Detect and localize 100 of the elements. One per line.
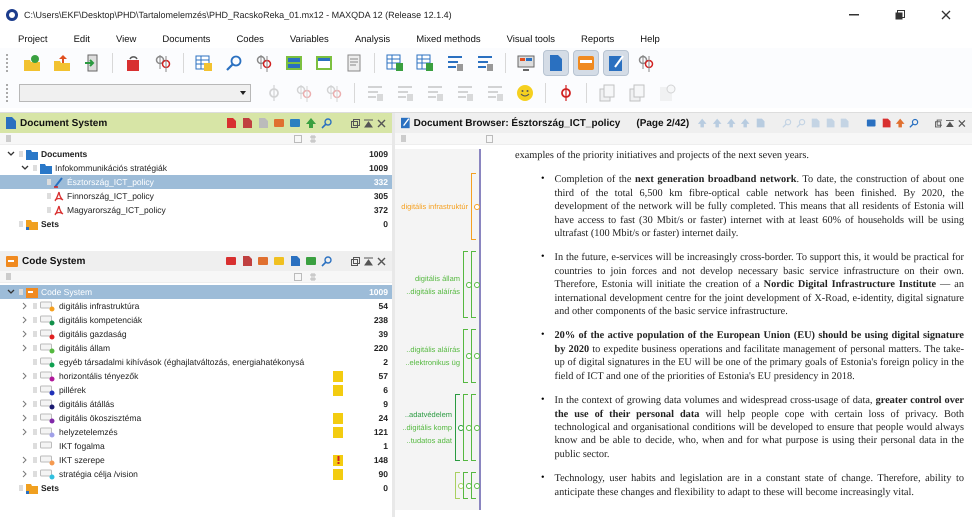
menu-item[interactable]: Mixed methods [410, 34, 493, 44]
search-icon[interactable] [909, 117, 920, 129]
menu-item[interactable]: Documents [156, 34, 222, 44]
exclamation-memo-icon[interactable] [333, 454, 343, 466]
pen-document-icon [607, 54, 625, 72]
paragraph: Completion of the next generation broadband network. To date, the construction of about one third of the total 6,500 km fibre-optical cable network has been finished. By 2020, the development of the network will be fully completed. This means that all residents of Estonia will have access to fast (30 Mbit/s or faster) internet with at least 60% of households will be using ultrafast (100 Mbit/s or faster) internet daily. [554, 173, 964, 240]
menu-item[interactable]: Analysis [348, 34, 402, 44]
count-label: 305 [372, 191, 388, 201]
toolbar-button[interactable] [573, 50, 599, 76]
collapse-icon[interactable] [364, 118, 373, 128]
menu-item[interactable]: Edit [68, 34, 102, 44]
close-icon[interactable] [377, 118, 386, 128]
folder-icon [26, 148, 38, 160]
grip-icon [33, 317, 37, 323]
tree-row[interactable]: pillérek 6 [0, 383, 392, 397]
tree-row[interactable]: digitális infrastruktúra 54 [0, 299, 392, 313]
tree-label: IKT fogalma [59, 441, 106, 451]
tree-row[interactable]: horizontális tényezők 57 [0, 369, 392, 383]
tree-row[interactable]: digitális ökoszisztéma 24 [0, 411, 392, 425]
table-icon [195, 54, 213, 72]
app-logo-icon [6, 9, 18, 21]
code-bracket[interactable] [463, 472, 468, 499]
panel-title: Code System [22, 256, 86, 266]
tree-label: stratégia célja /vision [59, 469, 139, 479]
menu-item[interactable]: Visual tools [500, 34, 568, 44]
collapse-icon[interactable] [946, 118, 954, 128]
tree-row[interactable]: stratégia célja /vision 90 [0, 467, 392, 481]
tree-label: Sets [41, 483, 60, 493]
pins-icon [295, 84, 313, 102]
documents-icon[interactable] [241, 117, 253, 129]
smiley-icon [516, 84, 534, 102]
chevron-right-icon[interactable] [22, 372, 28, 380]
bullet: • [541, 329, 545, 342]
menu-item[interactable]: Reports [575, 34, 626, 44]
minimize-icon[interactable] [849, 14, 859, 16]
tree-row[interactable]: Sets 0 [0, 217, 392, 231]
monitor-icon [517, 54, 535, 72]
tree-label: digitális állam [59, 343, 112, 353]
restore-icon[interactable] [895, 10, 905, 20]
new-document-icon[interactable] [225, 117, 237, 129]
code-tag-icon [40, 384, 56, 396]
chevron-down-icon[interactable] [7, 289, 15, 295]
tree-row[interactable]: digitális állam 220 [0, 341, 392, 355]
bullet: • [541, 472, 545, 486]
count-label: 148 [372, 455, 388, 465]
tree-row[interactable]: digitális átállás 9 [0, 397, 392, 411]
close-icon[interactable] [377, 256, 386, 266]
pen-document-icon [401, 117, 410, 129]
tree-row[interactable]: digitális kompetenciák 238 [0, 313, 392, 327]
tree-row[interactable]: Magyarország_ICT_policy 372 [0, 203, 392, 217]
float-icon[interactable] [934, 118, 942, 128]
paragraph: Technology, user habits and legislation are in a constant state of change. Therefore, ability to anticipate these changes and flexibility to adapt to these will become increasingly vital. [554, 472, 964, 499]
tree-row[interactable]: digitális gazdaság 39 [0, 327, 392, 341]
menu-item[interactable]: Project [12, 34, 60, 44]
code-bracket[interactable] [463, 394, 468, 462]
table-icon[interactable] [289, 255, 301, 267]
code-document-icon[interactable] [241, 255, 253, 267]
tree-row[interactable]: IKT fogalma 1 [0, 439, 392, 453]
sets-folder-icon [26, 218, 38, 230]
grip-icon [33, 359, 37, 365]
tree-row[interactable]: helyzetelemzés 121 [0, 425, 392, 439]
toolbar-button[interactable] [603, 50, 629, 76]
tree-row[interactable]: Sets 0 [0, 481, 392, 495]
close-icon[interactable] [958, 118, 966, 128]
float-icon[interactable] [351, 118, 360, 128]
search-icon[interactable] [321, 117, 333, 129]
menu-item[interactable]: Codes [230, 34, 276, 44]
code-bracket[interactable] [455, 394, 460, 462]
close-icon[interactable] [941, 10, 951, 20]
grip-icon [33, 303, 37, 309]
list-lines-icon [456, 84, 474, 102]
panel-title: Document Browser: Észtország_ICT_policy [414, 118, 620, 128]
grid-icon [285, 54, 303, 72]
tree-row[interactable]: IKT szerepe 148 [0, 453, 392, 467]
grip-icon [33, 165, 37, 171]
tree-label: digitális infrastruktúra [59, 301, 140, 311]
code-bracket[interactable] [463, 251, 468, 318]
tree-row[interactable]: Documents 1009 [0, 147, 392, 161]
tree-row[interactable]: egyéb társadalmi kihívások (éghajlatváltozás, energiahatékonysá 2 [0, 355, 392, 369]
pins-icon [255, 54, 273, 72]
code-bracket[interactable] [463, 329, 468, 384]
toolbar-button[interactable] [543, 50, 569, 76]
menu-item[interactable]: Variables [284, 34, 341, 44]
tree-row[interactable]: Infokommunikációs stratégiák 1009 [0, 161, 392, 175]
menu-item[interactable]: View [110, 34, 148, 44]
count-label: 54 [378, 301, 388, 311]
search-icon[interactable] [321, 255, 333, 267]
sets-folder-icon [26, 482, 38, 494]
grip-icon [33, 387, 37, 393]
dropdown-field[interactable] [19, 84, 251, 102]
float-icon[interactable] [351, 256, 360, 266]
count-label: 1009 [368, 163, 388, 173]
export-icon[interactable] [880, 117, 891, 129]
tree-label: digitális átállás [59, 399, 116, 409]
import-icon[interactable] [305, 117, 317, 129]
collapse-icon[interactable] [364, 256, 373, 266]
menu-item[interactable]: Help [634, 34, 672, 44]
count-label: 1 [382, 441, 388, 451]
tree-row[interactable]: Finnország_ICT_policy 305 [0, 189, 392, 203]
code-tag-icon [40, 468, 56, 480]
